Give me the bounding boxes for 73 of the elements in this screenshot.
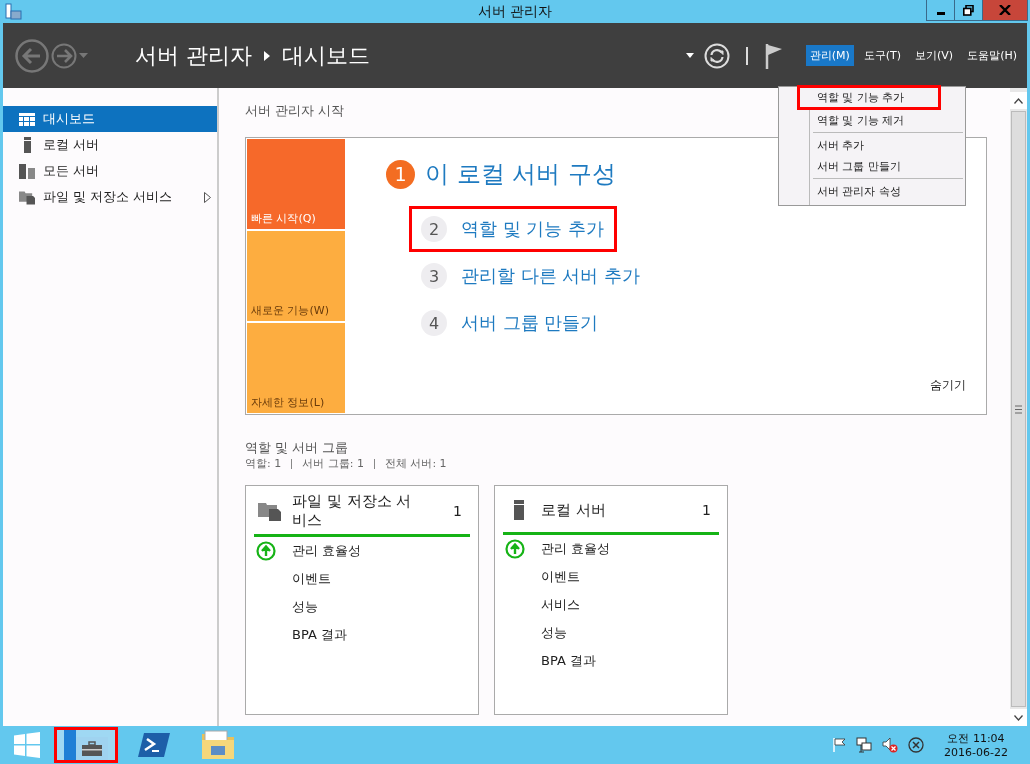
step-number: 4	[421, 310, 447, 336]
card-row-link[interactable]: 이벤트	[292, 570, 331, 588]
card-row-link[interactable]: 서비스	[541, 596, 580, 614]
tile-tab[interactable]: 새로운 기능(W)	[247, 231, 345, 321]
card-count: 1	[453, 503, 462, 519]
card-title[interactable]: 로컬 서버	[541, 500, 673, 520]
menu-option[interactable]: 서버 추가	[797, 135, 963, 156]
sidebar-item[interactable]: 로컬 서버	[3, 132, 217, 158]
servers-icon	[19, 163, 35, 179]
notification-flag-icon[interactable]	[763, 42, 784, 69]
app-icon	[4, 2, 22, 21]
breadcrumb-item[interactable]: 서버 관리자	[135, 40, 252, 71]
restore-icon	[963, 4, 974, 16]
scrollbar[interactable]	[1010, 88, 1027, 726]
step-link[interactable]: 관리할 다른 서버 추가	[461, 264, 641, 288]
card-row-link[interactable]: 성능	[541, 624, 567, 642]
breadcrumb-arrow-icon	[264, 50, 270, 61]
muted-speaker-icon[interactable]	[882, 737, 899, 753]
menu-option[interactable]: 서버 그룹 만들기	[797, 156, 963, 177]
sidebar-item[interactable]: 파일 및 저장소 서비스	[3, 184, 217, 210]
menu-item[interactable]: 보기(V)	[911, 45, 958, 66]
window-title: 서버 관리자	[476, 2, 554, 21]
card-row-link[interactable]: 이벤트	[541, 568, 580, 586]
card-title[interactable]: 파일 및 저장소 서비스	[292, 492, 424, 530]
grid-icon	[19, 112, 35, 126]
sidebar-item[interactable]: 모든 서버	[3, 158, 217, 184]
menu-item[interactable]: 관리(M)	[805, 45, 854, 66]
breadcrumb-item[interactable]: 대시보드	[282, 40, 370, 71]
summary-count: 서버 그룹: 1	[302, 456, 364, 471]
scroll-thumb[interactable]	[1011, 111, 1026, 707]
toolbox-icon[interactable]	[54, 727, 118, 763]
close-icon	[999, 5, 1011, 15]
menu-option[interactable]: 역할 및 기능 추가	[797, 85, 941, 110]
card-row-link[interactable]: BPA 결과	[541, 652, 596, 670]
section-heading: 역할 및 서버 그룹	[245, 439, 349, 456]
step-number: 2	[421, 216, 447, 242]
step-link[interactable]: 이 로컬 서버 구성	[425, 158, 616, 190]
card-row-link[interactable]: BPA 결과	[292, 626, 347, 644]
clock-date[interactable]: 2016-06-22	[944, 746, 1008, 759]
minimize-button[interactable]	[926, 0, 955, 21]
menu-option[interactable]: 역할 및 기능 제거	[797, 110, 963, 131]
summary-count: 전체 서버: 1	[384, 456, 447, 471]
folder-icon	[258, 501, 282, 521]
card-row-link[interactable]: 성능	[292, 598, 318, 616]
scroll-down-button[interactable]	[1010, 709, 1027, 726]
four-panes-icon	[14, 732, 40, 758]
refresh-button[interactable]	[703, 42, 730, 69]
sidebar-item[interactable]: 대시보드	[3, 106, 217, 132]
close-button[interactable]	[982, 0, 1028, 21]
step-number: 3	[421, 263, 447, 289]
step-number: 1	[386, 159, 415, 189]
card-count: 1	[702, 502, 711, 518]
section-heading: 서버 관리자 시작	[245, 102, 345, 120]
minimize-icon	[936, 12, 945, 15]
folder-icon	[19, 189, 35, 205]
menu-option[interactable]: 서버 관리자 속성	[797, 181, 963, 202]
scroll-up-button[interactable]	[1010, 92, 1027, 109]
menu-item[interactable]: 도움말(H)	[963, 45, 1021, 66]
dropdown-arrow-icon[interactable]	[685, 53, 694, 58]
flag-icon[interactable]	[832, 738, 847, 752]
clock-time[interactable]: 오전 11:04	[947, 731, 1005, 746]
step-link[interactable]: 역할 및 기능 추가	[461, 217, 605, 241]
close-circle-icon[interactable]	[908, 737, 925, 753]
step-link[interactable]: 서버 그룹 만들기	[461, 311, 599, 335]
network-icon[interactable]	[856, 737, 873, 753]
grip-icon	[1015, 404, 1022, 414]
summary-count: 역할: 1	[245, 456, 282, 471]
hide-link[interactable]: 숨기기	[930, 377, 966, 394]
menu-item[interactable]: 도구(T)	[859, 45, 906, 66]
card-row-link[interactable]: 관리 효율성	[541, 540, 611, 558]
card-row-link[interactable]: 관리 효율성	[292, 542, 362, 560]
expand-arrow-icon[interactable]	[204, 191, 211, 203]
tile-tab[interactable]: 자세한 정보(L)	[247, 323, 345, 413]
